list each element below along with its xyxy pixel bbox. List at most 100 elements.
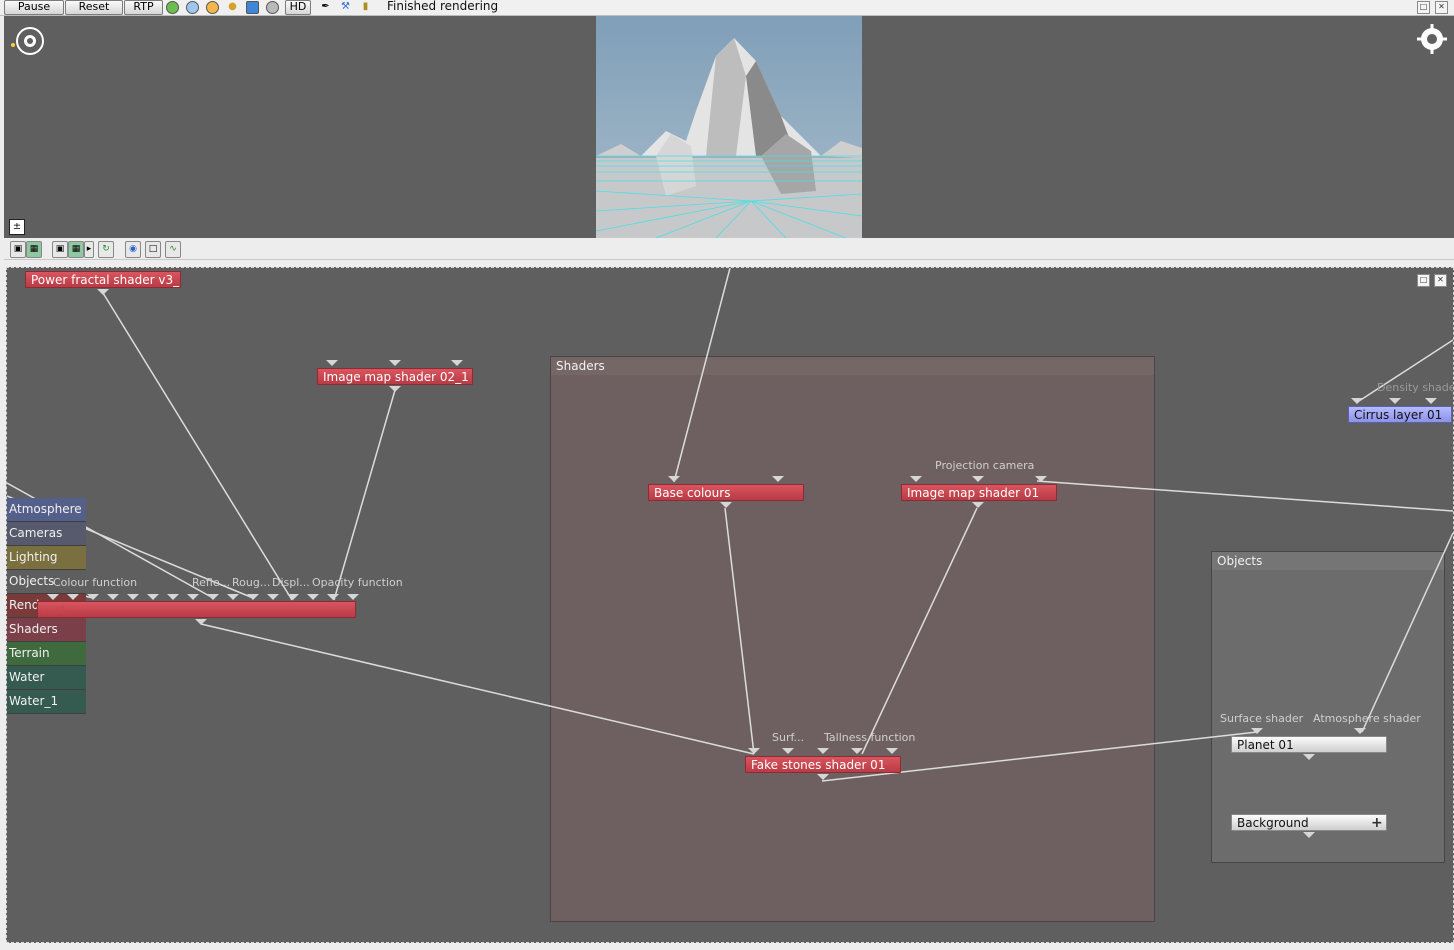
camera-copy-icon[interactable]: ▣	[52, 241, 68, 258]
light-icon[interactable]: ●	[225, 0, 240, 14]
input-port[interactable]	[167, 594, 179, 600]
output-port[interactable]	[1303, 754, 1315, 760]
maximize-icon[interactable]: □	[1417, 1, 1430, 14]
input-port[interactable]	[147, 594, 159, 600]
tools-icon[interactable]: ⚒	[338, 0, 353, 14]
input-port[interactable]	[782, 748, 794, 754]
crosshair-icon[interactable]	[1417, 24, 1447, 54]
input-port[interactable]	[851, 748, 863, 754]
terrain-icon[interactable]	[165, 0, 180, 14]
exposure-icon[interactable]: ±	[9, 219, 25, 235]
image-map-shader-01-node[interactable]: Image map shader 01	[901, 484, 1057, 501]
input-port[interactable]	[287, 594, 299, 600]
output-port[interactable]	[1303, 832, 1315, 838]
surface-shader-node[interactable]: ...st	[37, 601, 356, 618]
panel-maximize-icon[interactable]: □	[1417, 274, 1430, 287]
input-port[interactable]	[107, 594, 119, 600]
input-port[interactable]	[267, 594, 279, 600]
brush-icon[interactable]: ✒	[318, 0, 333, 14]
rtp-button[interactable]: RTP	[124, 0, 163, 15]
sun-icon[interactable]	[205, 0, 220, 14]
input-port[interactable]	[1389, 398, 1401, 404]
port-label-surface-shader: Surface shader	[1220, 712, 1304, 725]
input-port[interactable]	[748, 748, 760, 754]
category-shaders[interactable]: Shaders	[7, 618, 86, 642]
output-port[interactable]	[97, 289, 109, 295]
input-port[interactable]	[1354, 728, 1366, 734]
add-icon[interactable]: +	[1371, 816, 1383, 830]
category-terrain[interactable]: Terrain	[7, 642, 86, 666]
hd-button[interactable]: HD	[285, 0, 311, 15]
planet-node[interactable]: Planet 01	[1231, 736, 1387, 753]
camera-icon[interactable]: ▣	[10, 241, 26, 258]
stats-icon[interactable]: ▮	[358, 0, 373, 14]
render-status: Finished rendering	[387, 0, 499, 13]
frame-icon[interactable]: □	[145, 241, 161, 258]
navigation-compass-icon[interactable]	[10, 26, 48, 58]
output-port[interactable]	[195, 619, 207, 625]
input-port[interactable]	[47, 594, 59, 600]
port-label-projection-camera: Projection camera	[935, 459, 1035, 472]
dropdown-icon[interactable]: ▸	[84, 241, 94, 258]
port-label-displacement: Displ...	[272, 576, 310, 589]
render-viewport[interactable]: ±	[4, 16, 1454, 238]
image-copy-icon[interactable]: ▦	[68, 241, 84, 258]
panel-close-icon[interactable]: ✕	[1434, 274, 1447, 287]
refresh-icon[interactable]: ↻	[98, 241, 114, 258]
port-label-density-shader: Density shader	[1377, 381, 1454, 394]
cirrus-layer-node[interactable]: Cirrus layer 01	[1348, 406, 1452, 423]
image-map-shader-02-1-node[interactable]: Image map shader 02_1	[317, 368, 473, 385]
output-port[interactable]	[389, 386, 401, 392]
background-node[interactable]: Background	[1231, 814, 1387, 831]
settings-icon[interactable]	[265, 0, 280, 14]
eye-icon[interactable]: ◉	[125, 241, 141, 258]
input-port[interactable]	[207, 594, 219, 600]
input-port[interactable]	[668, 476, 680, 482]
output-port[interactable]	[720, 502, 732, 508]
water-icon[interactable]	[245, 0, 260, 14]
input-port[interactable]	[187, 594, 199, 600]
input-port[interactable]	[67, 594, 79, 600]
close-icon[interactable]: ✕	[1435, 1, 1448, 14]
render-image	[596, 16, 862, 238]
input-port[interactable]	[307, 594, 319, 600]
input-port[interactable]	[247, 594, 259, 600]
port-label-tallness-function: Tallness function	[824, 731, 916, 744]
input-port[interactable]	[972, 476, 984, 482]
base-colours-node[interactable]: Base colours	[648, 484, 804, 501]
fake-stones-shader-node[interactable]: Fake stones shader 01	[745, 756, 901, 773]
input-port[interactable]	[87, 594, 99, 600]
input-port[interactable]	[326, 360, 338, 366]
input-port[interactable]	[389, 360, 401, 366]
output-port[interactable]	[817, 774, 829, 780]
category-cameras[interactable]: Cameras	[7, 522, 86, 546]
input-port[interactable]	[910, 476, 922, 482]
image-icon[interactable]: ▦	[26, 241, 42, 258]
port-label-colour-function: Colour function	[53, 576, 138, 589]
main-toolbar: Pause Reset RTP ● HD ✒ ⚒ ▮ Finished rend…	[0, 0, 1454, 16]
category-water[interactable]: Water	[7, 666, 86, 690]
clouds-icon[interactable]	[185, 0, 200, 14]
input-port[interactable]	[772, 476, 784, 482]
input-port[interactable]	[1251, 728, 1263, 734]
pause-button[interactable]: Pause	[4, 0, 64, 15]
power-fractal-shader-node[interactable]: Power fractal shader v3_1...	[25, 271, 181, 288]
reset-button[interactable]: Reset	[65, 0, 123, 15]
category-atmosphere[interactable]: Atmosphere	[7, 498, 86, 522]
input-port[interactable]	[451, 360, 463, 366]
category-lighting[interactable]: Lighting	[7, 546, 86, 570]
input-port[interactable]	[347, 594, 359, 600]
input-port[interactable]	[327, 594, 339, 600]
input-port[interactable]	[1351, 398, 1363, 404]
node-network-panel[interactable]: Shaders Objects Atmosphere Cameras Light…	[6, 267, 1454, 943]
category-water-1[interactable]: Water_1	[7, 690, 86, 714]
input-port[interactable]	[817, 748, 829, 754]
port-label-opacity-function: Opacity function	[312, 576, 403, 589]
input-port[interactable]	[227, 594, 239, 600]
input-port[interactable]	[886, 748, 898, 754]
input-port[interactable]	[1425, 398, 1437, 404]
curve-icon[interactable]: ∿	[165, 241, 181, 258]
input-port[interactable]	[1035, 476, 1047, 482]
output-port[interactable]	[972, 502, 984, 508]
input-port[interactable]	[127, 594, 139, 600]
